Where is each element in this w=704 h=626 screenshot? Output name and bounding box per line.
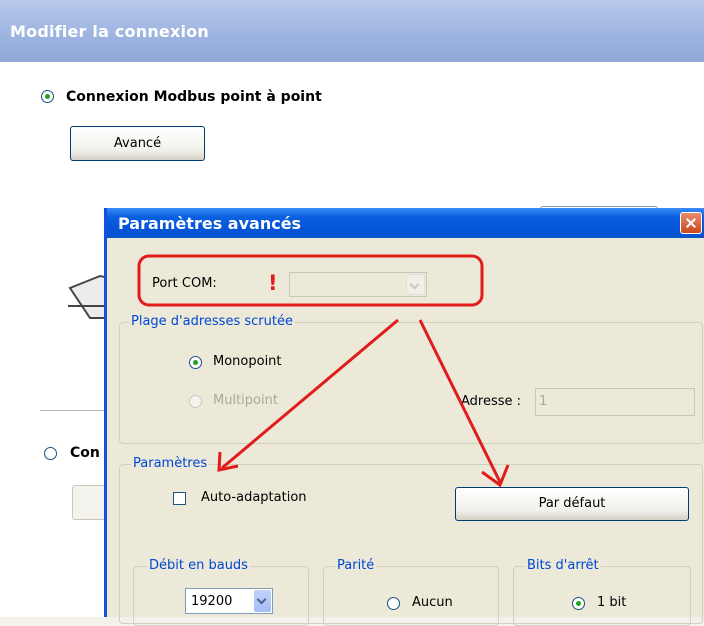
advanced-params-dialog: Paramètres avancés Port COM: ! Plage d'a… (104, 208, 704, 626)
background-button-disabled (72, 485, 107, 520)
scan-range-group-label: Plage d'adresses scrutée (129, 314, 295, 329)
modbus-other-radio[interactable] (44, 447, 57, 460)
window-titlebar: Modifier la connexion (0, 0, 704, 62)
window-title: Modifier la connexion (10, 22, 209, 41)
monopoint-label: Monopoint (213, 354, 282, 369)
scan-range-group (119, 322, 703, 444)
stop-1bit-radio[interactable] (572, 597, 585, 610)
advanced-button[interactable]: Avancé (70, 126, 205, 161)
auto-adapt-checkbox[interactable] (173, 492, 186, 505)
auto-adapt-label: Auto-adaptation (201, 490, 307, 505)
modbus-p2p-radio[interactable] (41, 90, 54, 103)
parity-none-label: Aucun (412, 595, 453, 610)
separator-line (40, 410, 104, 411)
warning-icon: ! (268, 271, 278, 295)
dialog-title: Paramètres avancés (118, 214, 302, 233)
port-com-select[interactable] (289, 272, 427, 297)
monopoint-radio[interactable] (189, 356, 202, 369)
multipoint-radio[interactable] (189, 395, 202, 408)
modbus-other-label: Con (70, 445, 100, 461)
parity-group (323, 566, 499, 626)
dialog-titlebar: Paramètres avancés (107, 208, 704, 238)
address-label: Adresse : (461, 394, 522, 409)
parity-none-radio[interactable] (387, 597, 400, 610)
close-icon[interactable] (680, 212, 702, 234)
default-button[interactable]: Par défaut (455, 487, 689, 521)
params-group-label: Paramètres (131, 456, 210, 471)
stop-bits-group-label: Bits d'arrêt (525, 558, 601, 573)
address-field[interactable]: 1 (535, 388, 695, 416)
parity-group-label: Parité (335, 558, 377, 573)
modbus-p2p-label: Connexion Modbus point à point (66, 89, 322, 105)
chevron-down-icon[interactable] (254, 590, 271, 612)
stop-1bit-label: 1 bit (597, 595, 627, 610)
port-com-label: Port COM: (152, 276, 217, 291)
baud-select[interactable]: 19200 (185, 588, 273, 614)
chevron-down-icon[interactable] (406, 274, 425, 295)
baud-group-label: Débit en bauds (147, 558, 250, 573)
multipoint-label: Multipoint (213, 393, 278, 408)
